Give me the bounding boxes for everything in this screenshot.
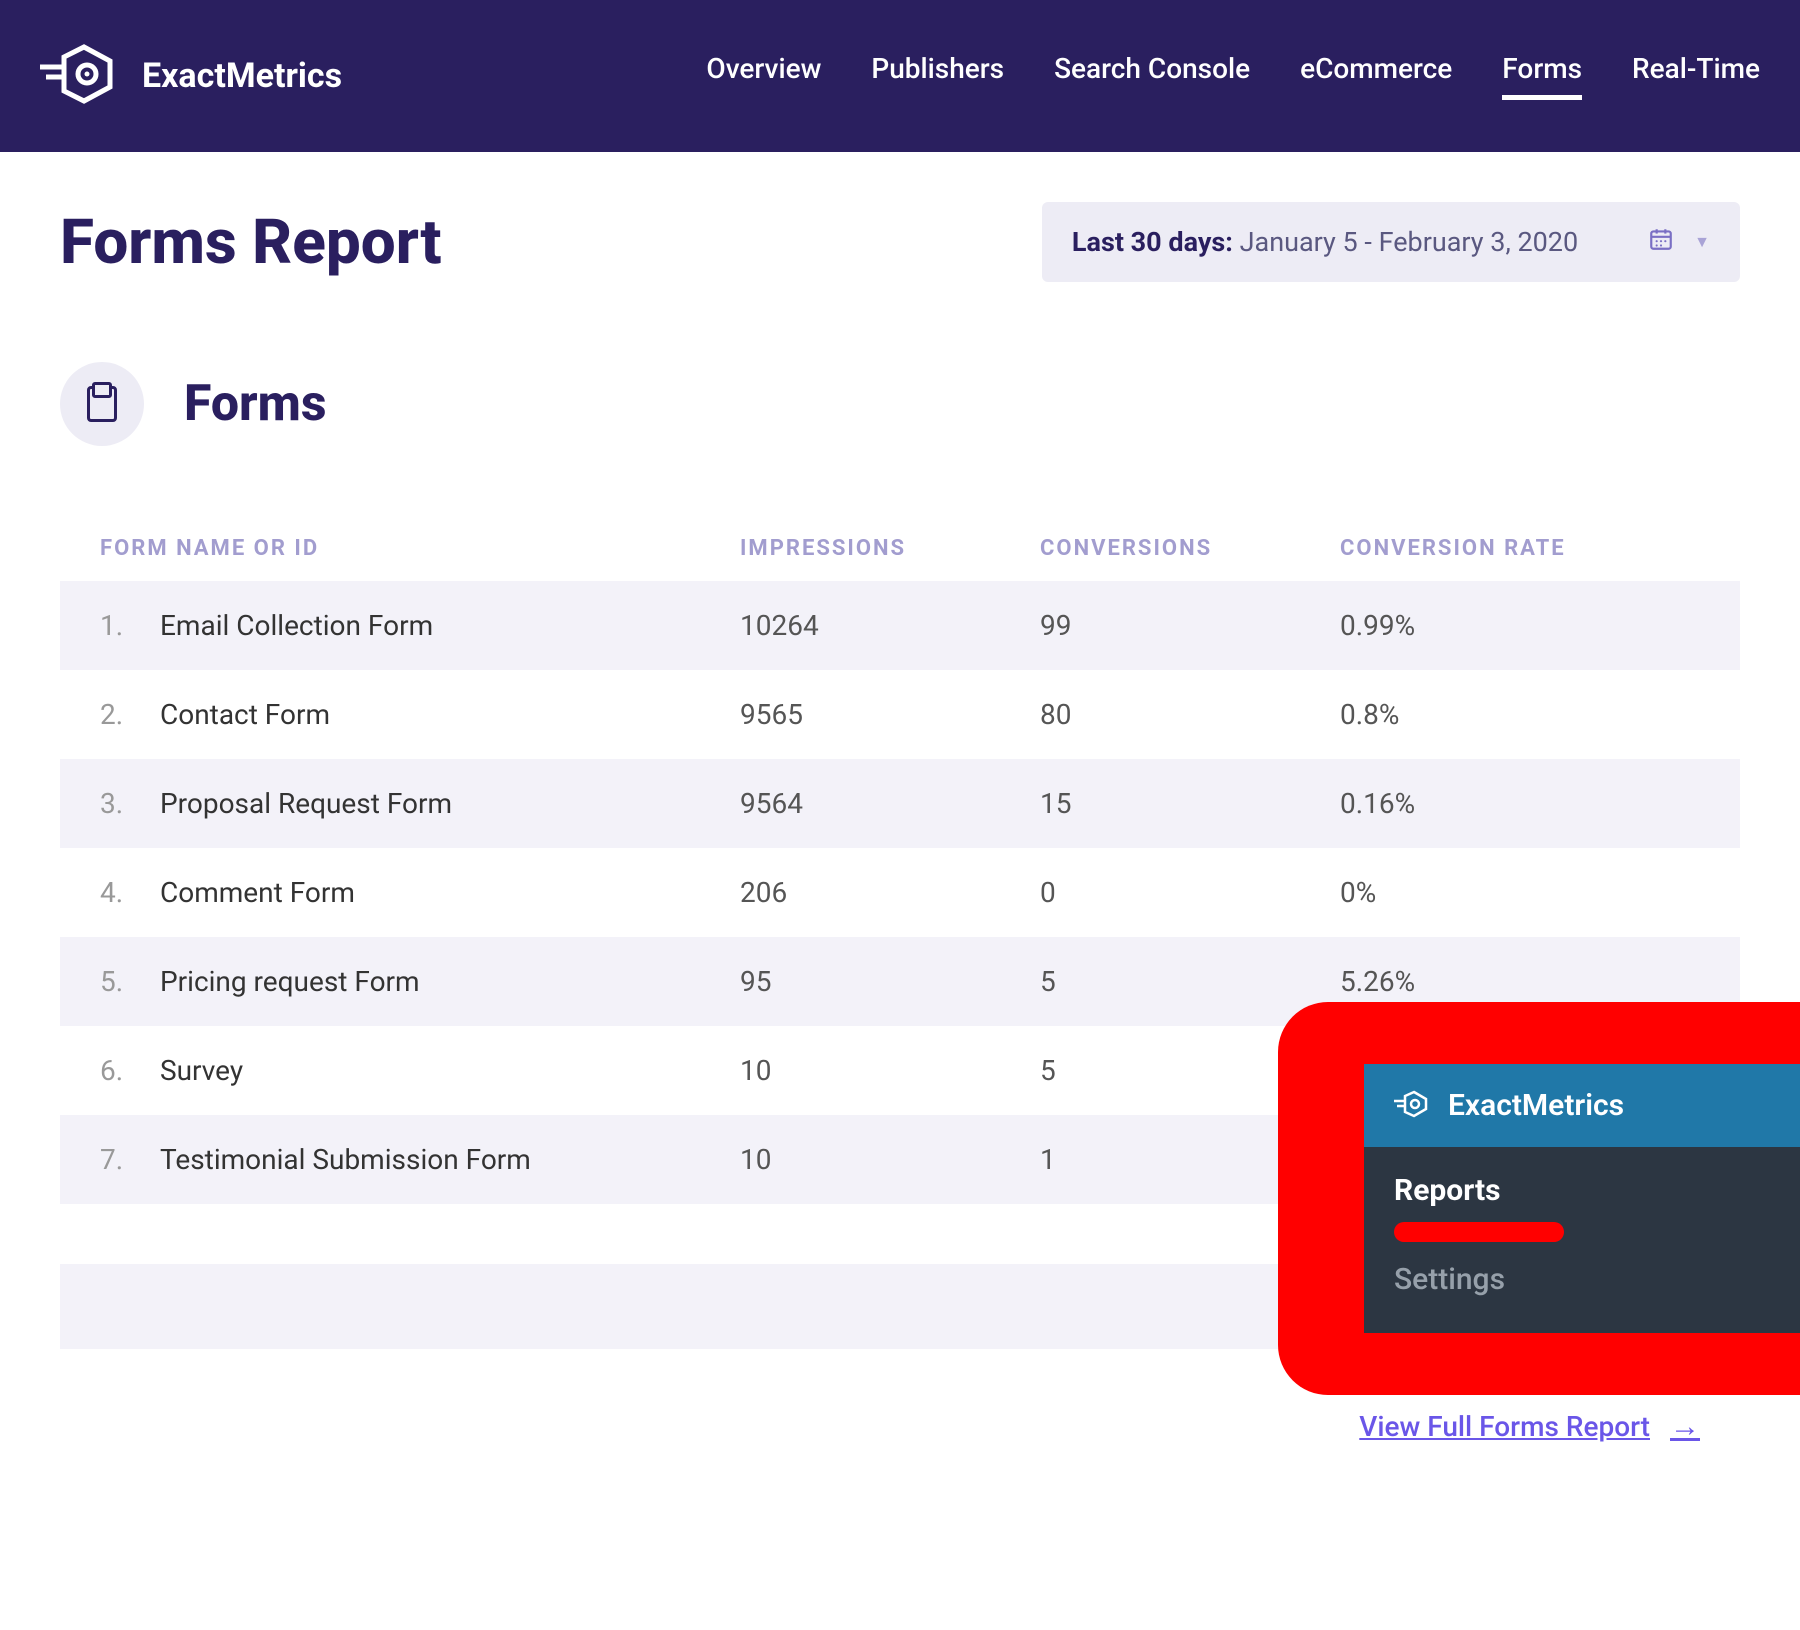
title-row: Forms Report Last 30 days: January 5 - F… [60, 202, 1740, 282]
nav-search-console[interactable]: Search Console [1054, 52, 1250, 100]
overlay-brand-header[interactable]: ExactMetrics [1364, 1064, 1800, 1147]
table-header: FORM NAME OR ID IMPRESSIONS CONVERSIONS … [60, 516, 1740, 581]
row-rate: 0% [1340, 876, 1700, 909]
row-num: 7. [100, 1143, 160, 1176]
calendar-icon [1648, 226, 1674, 258]
row-impressions: 10 [740, 1143, 1040, 1176]
table-row: 3. Proposal Request Form 9564 15 0.16% [60, 759, 1740, 848]
overlay-item-settings[interactable]: Settings [1394, 1262, 1770, 1303]
table-row: 4. Comment Form 206 0 0% [60, 848, 1740, 937]
row-name: Proposal Request Form [160, 787, 740, 820]
row-rate: 0.16% [1340, 787, 1700, 820]
row-name: Testimonial Submission Form [160, 1143, 740, 1176]
row-name: Email Collection Form [160, 609, 740, 642]
exactmetrics-logo-icon [40, 43, 122, 109]
nav-real-time[interactable]: Real-Time [1632, 52, 1760, 100]
row-impressions: 10 [740, 1054, 1040, 1087]
row-conversions: 15 [1040, 787, 1340, 820]
row-num: 3. [100, 787, 160, 820]
row-impressions: 9564 [740, 787, 1040, 820]
row-num: 1. [100, 609, 160, 642]
row-conversions: 5 [1040, 965, 1340, 998]
row-num: 6. [100, 1054, 160, 1087]
row-name: Contact Form [160, 698, 740, 731]
nav-forms[interactable]: Forms [1502, 52, 1582, 100]
chevron-down-icon: ▼ [1694, 232, 1710, 252]
row-rate: 0.99% [1340, 609, 1700, 642]
col-header-impressions: IMPRESSIONS [740, 536, 1040, 561]
date-range: January 5 - February 3, 2020 [1240, 226, 1579, 258]
exactmetrics-small-logo-icon [1394, 1090, 1430, 1122]
section-header: Forms [60, 362, 1740, 446]
row-num: 2. [100, 698, 160, 731]
row-impressions: 206 [740, 876, 1040, 909]
page-title: Forms Report [60, 206, 442, 279]
row-name: Survey [160, 1054, 740, 1087]
main-nav: Overview Publishers Search Console eComm… [706, 52, 1760, 100]
row-conversions: 99 [1040, 609, 1340, 642]
wp-sidebar-overlay: ExactMetrics Reports Settings [1278, 1002, 1800, 1395]
overlay-menu: Reports Settings [1364, 1147, 1800, 1333]
row-name: Pricing request Form [160, 965, 740, 998]
row-impressions: 95 [740, 965, 1040, 998]
clipboard-icon [87, 386, 117, 422]
logo-wrap: ExactMetrics [40, 43, 342, 109]
row-conversions: 0 [1040, 876, 1340, 909]
col-header-name: FORM NAME OR ID [100, 536, 740, 561]
row-impressions: 10264 [740, 609, 1040, 642]
table-row: 2. Contact Form 9565 80 0.8% [60, 670, 1740, 759]
date-label: Last 30 days: [1072, 226, 1233, 258]
view-full-report-link[interactable]: View Full Forms Report → [1359, 1409, 1700, 1444]
brand-name: ExactMetrics [142, 56, 342, 96]
col-header-rate: CONVERSION RATE [1340, 536, 1700, 561]
overlay-brand-name: ExactMetrics [1448, 1088, 1624, 1123]
row-rate: 0.8% [1340, 698, 1700, 731]
nav-ecommerce[interactable]: eCommerce [1300, 52, 1452, 100]
overlay-item-reports[interactable]: Reports [1394, 1173, 1770, 1214]
row-name: Comment Form [160, 876, 740, 909]
clipboard-icon-badge [60, 362, 144, 446]
nav-overview[interactable]: Overview [706, 52, 821, 100]
row-num: 5. [100, 965, 160, 998]
arrow-right-icon: → [1670, 1409, 1700, 1444]
nav-publishers[interactable]: Publishers [871, 52, 1004, 100]
red-underline-highlight [1394, 1222, 1564, 1242]
table-row: 1. Email Collection Form 10264 99 0.99% [60, 581, 1740, 670]
link-label: View Full Forms Report [1359, 1410, 1650, 1443]
date-range-selector[interactable]: Last 30 days: January 5 - February 3, 20… [1042, 202, 1740, 282]
row-rate: 5.26% [1340, 965, 1700, 998]
col-header-conversions: CONVERSIONS [1040, 536, 1340, 561]
row-impressions: 9565 [740, 698, 1040, 731]
section-title: Forms [184, 375, 327, 433]
row-conversions: 80 [1040, 698, 1340, 731]
app-header: ExactMetrics Overview Publishers Search … [0, 0, 1800, 152]
row-num: 4. [100, 876, 160, 909]
